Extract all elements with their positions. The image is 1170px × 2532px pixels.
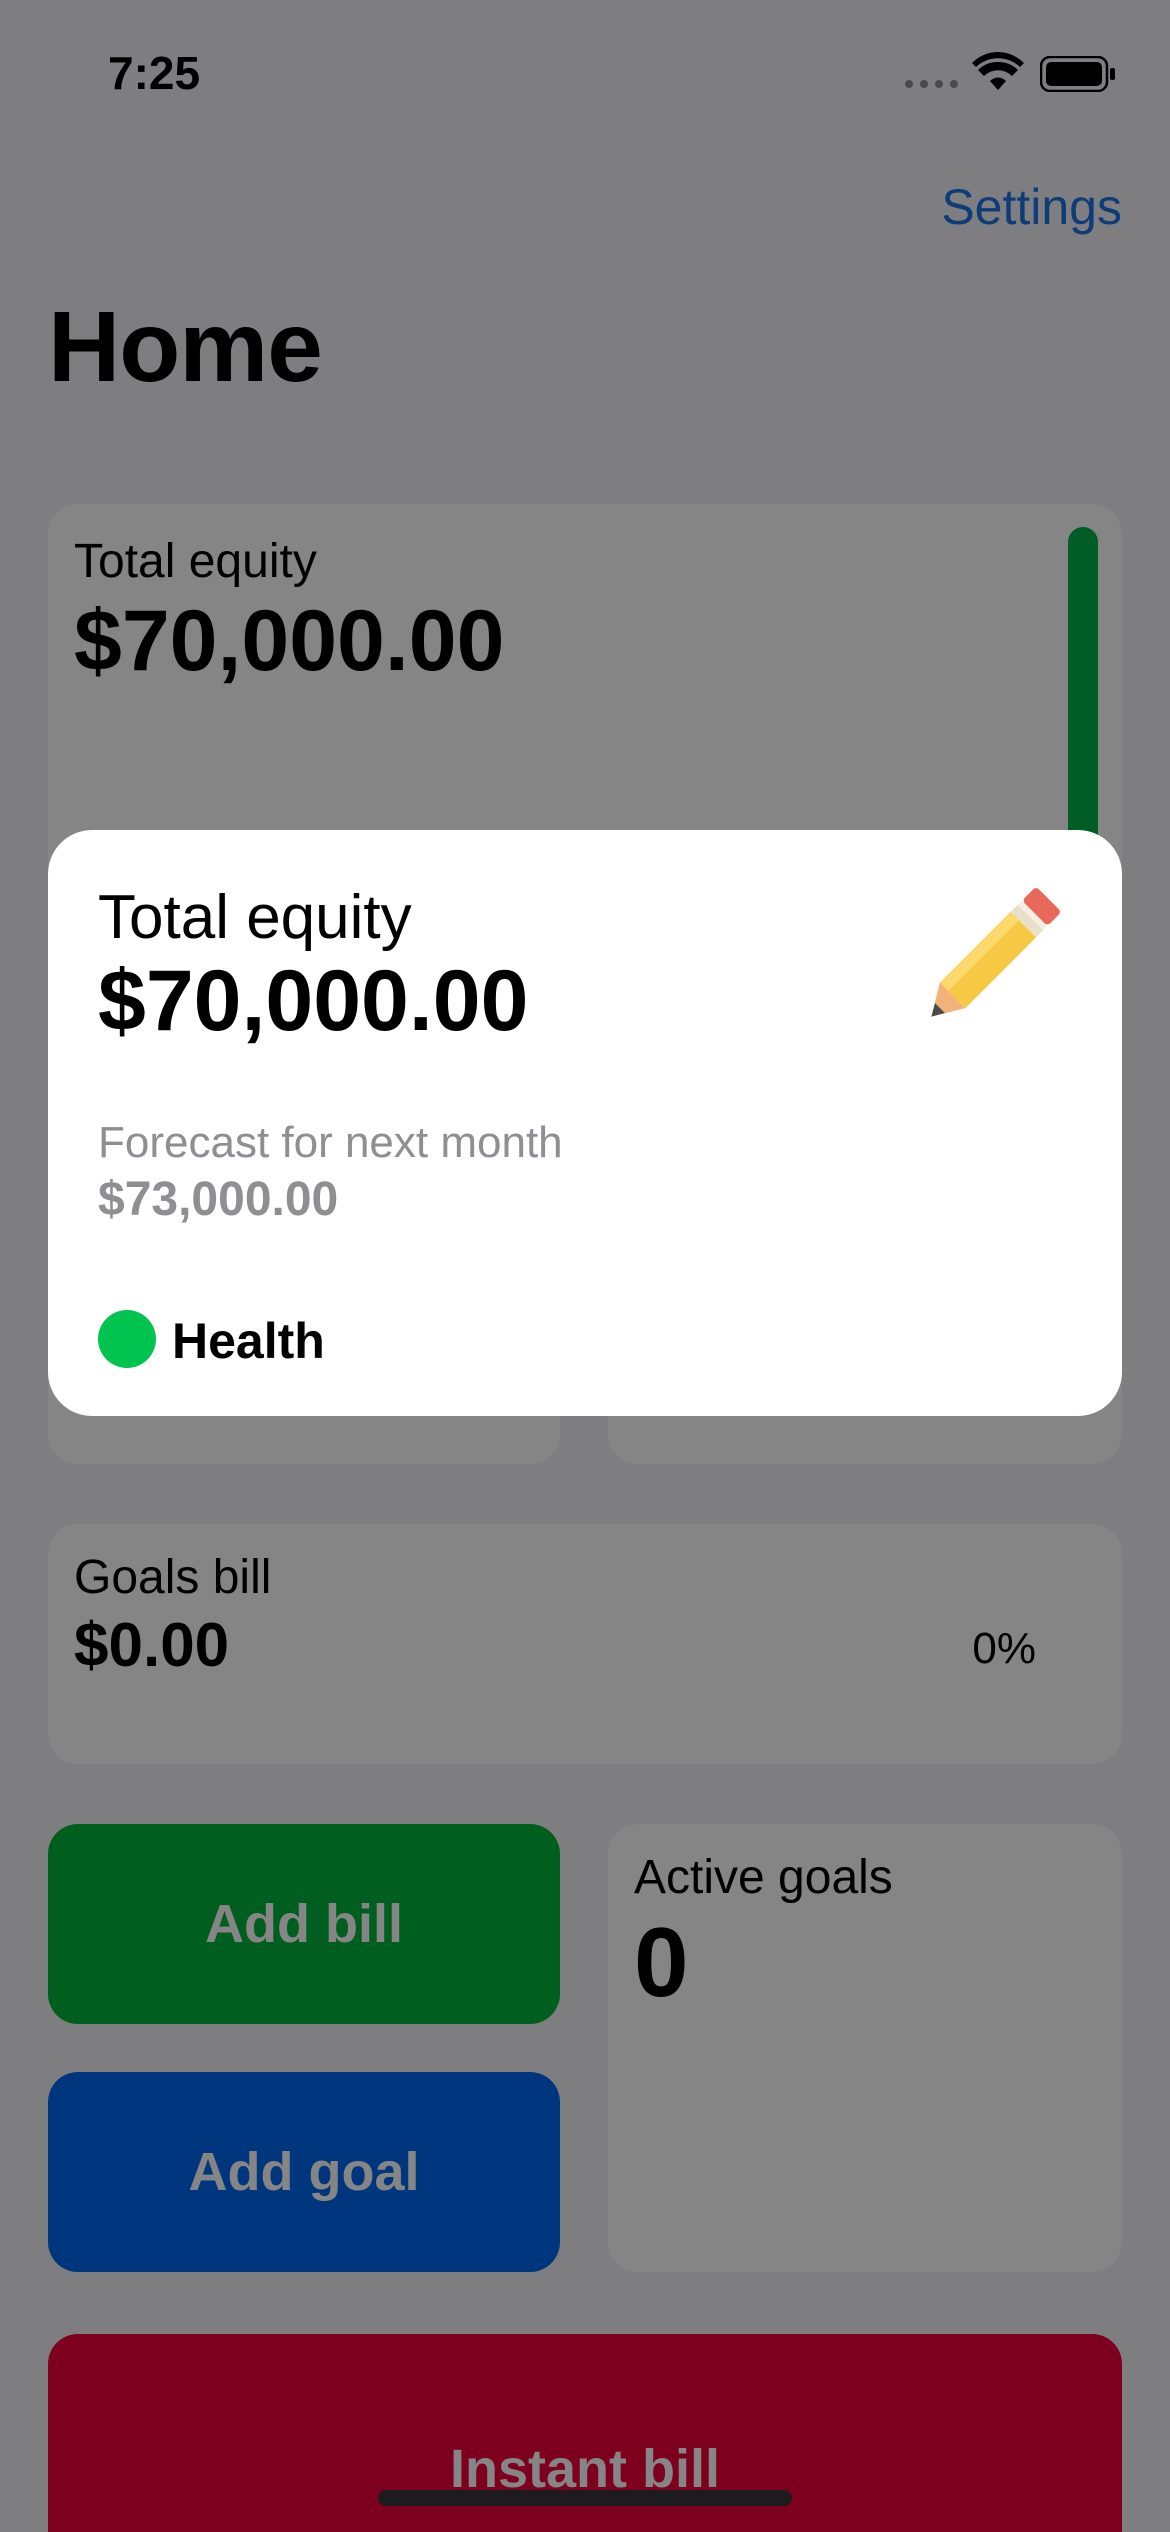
forecast-label: Forecast for next month	[98, 1118, 563, 1167]
health-label: Health	[172, 1313, 325, 1369]
popup-value: $70,000.00	[98, 953, 529, 1049]
forecast-value: $73,000.00	[98, 1173, 339, 1226]
home-indicator[interactable]	[378, 2490, 792, 2506]
pencil-icon[interactable]	[898, 870, 1078, 1050]
health-status-dot	[98, 1310, 156, 1368]
total-equity-popup[interactable]: Total equity $70,000.00 Forecast for nex…	[48, 830, 1122, 1416]
popup-title: Total equity	[98, 883, 412, 952]
